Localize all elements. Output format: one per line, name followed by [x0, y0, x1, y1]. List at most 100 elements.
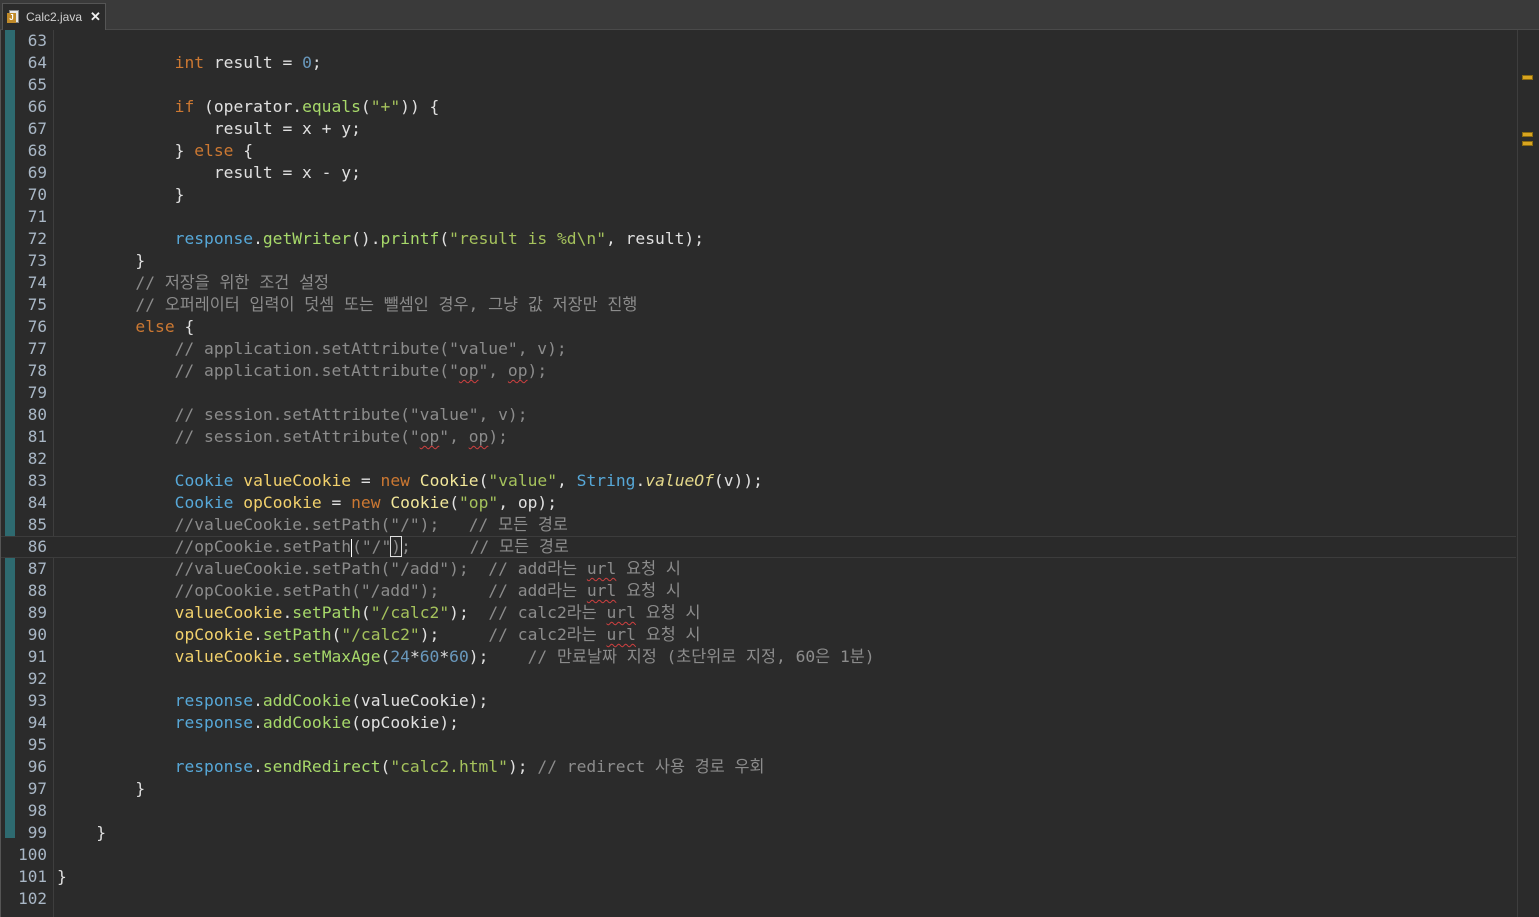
- code-line[interactable]: 64 int result = 0;: [1, 52, 1516, 74]
- code-text[interactable]: } else {: [57, 140, 253, 162]
- code-line[interactable]: 80 // session.setAttribute("value", v);: [1, 404, 1516, 426]
- code-line[interactable]: 91 valueCookie.setMaxAge(24*60*60); // 만…: [1, 646, 1516, 668]
- code-text[interactable]: response.addCookie(valueCookie);: [57, 690, 489, 712]
- code-token: *: [409, 647, 420, 666]
- code-line[interactable]: 94 response.addCookie(opCookie);: [1, 712, 1516, 734]
- code-line[interactable]: 102: [1, 888, 1516, 910]
- tab-calc2-java[interactable]: J Calc2.java ✕: [2, 3, 106, 30]
- code-line[interactable]: 63: [1, 30, 1516, 52]
- code-line[interactable]: 73 }: [1, 250, 1516, 272]
- code-token: (: [380, 647, 391, 666]
- overview-ruler[interactable]: [1517, 30, 1539, 917]
- code-line[interactable]: 71: [1, 206, 1516, 228]
- code-line[interactable]: 98: [1, 800, 1516, 822]
- code-line[interactable]: 96 response.sendRedirect("calc2.html"); …: [1, 756, 1516, 778]
- code-line[interactable]: 97 }: [1, 778, 1516, 800]
- code-text[interactable]: valueCookie.setPath("/calc2"); // calc2라…: [57, 602, 701, 624]
- code-text[interactable]: // session.setAttribute("value", v);: [57, 404, 528, 426]
- code-text[interactable]: if (operator.equals("+")) {: [57, 96, 440, 118]
- close-tab-icon[interactable]: ✕: [90, 9, 101, 25]
- code-text[interactable]: response.addCookie(opCookie);: [57, 712, 459, 734]
- code-line[interactable]: 85 //valueCookie.setPath("/"); // 모든 경로: [1, 514, 1516, 536]
- code-lines[interactable]: 63 64 int result = 0; 65 66 if (operator.eq…: [1, 30, 1516, 910]
- code-line[interactable]: 84 Cookie opCookie = new Cookie("op", op…: [1, 492, 1516, 514]
- code-line[interactable]: 95: [1, 734, 1516, 756]
- code-text[interactable]: }: [57, 778, 145, 800]
- code-line[interactable]: 83 Cookie valueCookie = new Cookie("valu…: [1, 470, 1516, 492]
- code-token: (: [380, 757, 391, 776]
- code-text[interactable]: // application.setAttribute("op", op);: [57, 360, 548, 382]
- line-number: 75: [27, 295, 47, 314]
- code-text[interactable]: //valueCookie.setPath("/add"); // add라는 …: [57, 558, 681, 580]
- code-token: (: [360, 97, 371, 116]
- code-token: 60: [419, 647, 440, 666]
- code-line[interactable]: 101}: [1, 866, 1516, 888]
- code-text[interactable]: response.getWriter().printf("result is %…: [57, 228, 704, 250]
- code-token: {: [174, 317, 195, 336]
- code-text[interactable]: }: [57, 250, 145, 272]
- code-text[interactable]: Cookie valueCookie = new Cookie("value",…: [57, 470, 763, 492]
- code-text[interactable]: }: [57, 184, 185, 206]
- code-token: ("/": [352, 537, 392, 556]
- line-number: 77: [27, 339, 47, 358]
- code-token: // session.setAttribute("value", v);: [57, 405, 528, 424]
- code-line[interactable]: 78 // application.setAttribute("op", op)…: [1, 360, 1516, 382]
- code-text[interactable]: }: [57, 866, 67, 888]
- code-line[interactable]: 79: [1, 382, 1516, 404]
- code-text[interactable]: // session.setAttribute("op", op);: [57, 426, 508, 448]
- code-text[interactable]: }: [57, 822, 106, 844]
- code-line[interactable]: 90 opCookie.setPath("/calc2"); // calc2라…: [1, 624, 1516, 646]
- code-line[interactable]: 87 //valueCookie.setPath("/add"); // add…: [1, 558, 1516, 580]
- code-text[interactable]: opCookie.setPath("/calc2"); // calc2라는 u…: [57, 624, 701, 646]
- warning-marker[interactable]: [1522, 75, 1533, 80]
- code-line[interactable]: 72 response.getWriter().printf("result i…: [1, 228, 1516, 250]
- code-line[interactable]: 76 else {: [1, 316, 1516, 338]
- code-line[interactable]: 86 //opCookie.setPath("/"); // 모든 경로: [1, 536, 1516, 558]
- line-number: 98: [27, 801, 47, 820]
- code-line[interactable]: 93 response.addCookie(valueCookie);: [1, 690, 1516, 712]
- code-text[interactable]: else {: [57, 316, 194, 338]
- code-line[interactable]: 75 // 오퍼레이터 입력이 덧셈 또는 뺄셈인 경우, 그냥 값 저장만 진…: [1, 294, 1516, 316]
- code-line[interactable]: 69 result = x - y;: [1, 162, 1516, 184]
- code-text[interactable]: // 저장을 위한 조건 설정: [57, 272, 329, 294]
- code-text[interactable]: Cookie opCookie = new Cookie("op", op);: [57, 492, 557, 514]
- code-text[interactable]: //opCookie.setPath("/add"); // add라는 url…: [57, 580, 681, 602]
- code-text[interactable]: response.sendRedirect("calc2.html"); // …: [57, 756, 765, 778]
- code-editor[interactable]: 63 64 int result = 0; 65 66 if (operator.eq…: [0, 30, 1539, 917]
- line-number: 81: [27, 427, 47, 446]
- code-line[interactable]: 99 }: [1, 822, 1516, 844]
- code-line[interactable]: 77 // application.setAttribute("value", …: [1, 338, 1516, 360]
- code-line[interactable]: 81 // session.setAttribute("op", op);: [1, 426, 1516, 448]
- code-text[interactable]: //opCookie.setPath("/"); // 모든 경로: [57, 536, 569, 557]
- code-text[interactable]: result = x + y;: [57, 118, 361, 140]
- code-line[interactable]: 70 }: [1, 184, 1516, 206]
- code-line[interactable]: 66 if (operator.equals("+")) {: [1, 96, 1516, 118]
- code-text[interactable]: // 오퍼레이터 입력이 덧셈 또는 뺄셈인 경우, 그냥 값 저장만 진행: [57, 294, 637, 316]
- code-line[interactable]: 65: [1, 74, 1516, 96]
- warning-marker[interactable]: [1522, 132, 1533, 137]
- code-line[interactable]: 92: [1, 668, 1516, 690]
- code-line[interactable]: 74 // 저장을 위한 조건 설정: [1, 272, 1516, 294]
- code-text[interactable]: result = x - y;: [57, 162, 361, 184]
- warning-marker[interactable]: [1522, 141, 1533, 146]
- code-line[interactable]: 100: [1, 844, 1516, 866]
- code-token: "/calc2": [370, 603, 450, 622]
- code-line[interactable]: 82: [1, 448, 1516, 470]
- line-number: 82: [27, 449, 47, 468]
- code-text[interactable]: int result = 0;: [57, 52, 322, 74]
- code-line[interactable]: 67 result = x + y;: [1, 118, 1516, 140]
- code-text[interactable]: //valueCookie.setPath("/"); // 모든 경로: [57, 514, 568, 536]
- code-token: op: [419, 427, 440, 446]
- code-text[interactable]: valueCookie.setMaxAge(24*60*60); // 만료날짜…: [57, 646, 875, 668]
- line-number: 72: [27, 229, 47, 248]
- code-line[interactable]: 68 } else {: [1, 140, 1516, 162]
- code-token: // session.setAttribute(": [57, 427, 420, 446]
- code-line[interactable]: 88 //opCookie.setPath("/add"); // add라는 …: [1, 580, 1516, 602]
- code-token: op: [507, 361, 528, 380]
- code-text[interactable]: // application.setAttribute("value", v);: [57, 338, 567, 360]
- code-line[interactable]: 89 valueCookie.setPath("/calc2"); // cal…: [1, 602, 1516, 624]
